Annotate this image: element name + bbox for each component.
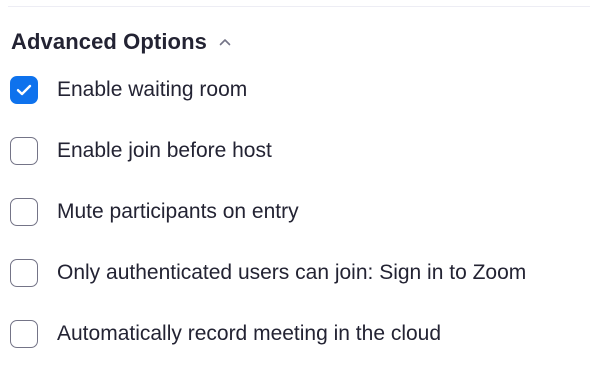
option-enable-join-before-host[interactable]: Enable join before host [10, 133, 526, 169]
advanced-options-toggle[interactable]: Advanced Options [11, 26, 231, 58]
option-label: Automatically record meeting in the clou… [57, 322, 442, 345]
option-enable-waiting-room[interactable]: Enable waiting room [10, 72, 526, 108]
option-auto-record-cloud[interactable]: Automatically record meeting in the clou… [10, 316, 526, 352]
checkbox[interactable] [10, 198, 38, 226]
checkmark-icon [16, 84, 32, 96]
top-divider [8, 6, 590, 7]
options-list: Enable waiting room Enable join before h… [10, 72, 526, 377]
checkbox[interactable] [10, 137, 38, 165]
option-mute-participants-on-entry[interactable]: Mute participants on entry [10, 194, 526, 230]
option-label: Only authenticated users can join: Sign … [57, 261, 527, 284]
option-label: Enable join before host [57, 139, 272, 162]
option-only-authenticated-users[interactable]: Only authenticated users can join: Sign … [10, 255, 526, 291]
checkbox[interactable] [10, 259, 38, 287]
checkbox[interactable] [10, 76, 38, 104]
chevron-up-icon[interactable] [219, 36, 231, 48]
option-label: Enable waiting room [57, 78, 248, 101]
option-label: Mute participants on entry [57, 200, 299, 223]
checkbox[interactable] [10, 320, 38, 348]
section-title: Advanced Options [11, 29, 207, 54]
